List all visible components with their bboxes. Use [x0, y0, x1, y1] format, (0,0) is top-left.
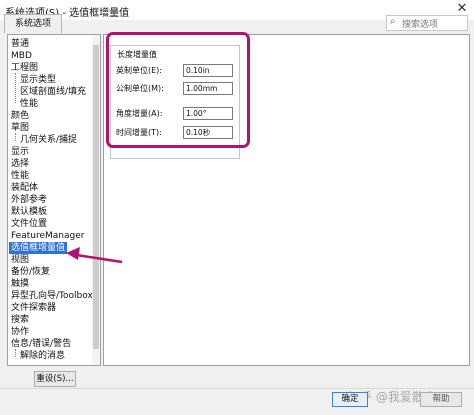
tree-scrollbar[interactable] — [92, 35, 100, 365]
tree-item-selection[interactable]: 选择 — [11, 158, 29, 170]
search-placeholder: 搜索选项 — [402, 20, 439, 30]
tree-item-colors[interactable]: 颜色 — [11, 110, 29, 122]
tree-item-assemblies[interactable]: 装配体 — [11, 182, 38, 194]
search-icon: ⌕ — [390, 16, 396, 27]
tree-item-display-type[interactable]: 显示类型 — [20, 74, 56, 86]
tree-connector — [15, 73, 16, 103]
tree-item-external-references[interactable]: 外部参考 — [11, 194, 47, 206]
tree-item-sketch[interactable]: 草图 — [11, 122, 29, 134]
tree-item-touch[interactable]: 触摸 — [11, 278, 29, 290]
tree-item-backup-recover[interactable]: 备份/恢复 — [11, 266, 50, 278]
tree-item-performance[interactable]: 性能 — [11, 170, 29, 182]
tree-item-spin-box-increments[interactable]: 选值框增量值 — [9, 242, 68, 254]
search-input[interactable]: ⌕ 搜索选项 — [386, 15, 468, 31]
tree-item-collaboration[interactable]: 协作 — [11, 326, 29, 338]
tree-item-mbd[interactable]: MBD — [11, 50, 32, 62]
tree-item-area-hatch[interactable]: 区域剖面线/填充 — [20, 86, 86, 98]
tree-item-display[interactable]: 显示 — [11, 146, 29, 158]
help-button[interactable]: 帮助 — [420, 392, 462, 407]
tree-connector — [15, 349, 16, 357]
options-tree: 普通 MBD 工程图 显示类型 区域剖面线/填充 性能 颜色 草图 几何关系/捕… — [7, 34, 101, 366]
tree-item-messages[interactable]: 信息/错误/警告 — [11, 338, 71, 350]
tree-item-default-templates[interactable]: 默认模板 — [11, 206, 47, 218]
scroll-thumb[interactable] — [93, 45, 99, 349]
tree-item-featuremanager[interactable]: FeatureManager — [11, 230, 84, 242]
system-options-dialog: 系统选项(S) - 选值框增量值 ✕ 系统选项 ⌕ 搜索选项 普通 MBD 工程… — [0, 0, 474, 415]
highlight-annotation — [106, 32, 250, 148]
tree-item-drawing-performance[interactable]: 性能 — [20, 98, 38, 110]
tree-item-search[interactable]: 搜索 — [11, 314, 29, 326]
tree-item-relations-snaps[interactable]: 几何关系/捕捉 — [20, 134, 77, 146]
reset-button[interactable]: 重设(S)... — [34, 371, 76, 387]
tree-item-view[interactable]: 视图 — [11, 254, 29, 266]
ok-button[interactable]: 确定 — [332, 392, 368, 407]
tree-item-general[interactable]: 普通 — [11, 38, 29, 50]
tree-item-file-explorer[interactable]: 文件探索器 — [11, 302, 56, 314]
tree-item-file-locations[interactable]: 文件位置 — [11, 218, 47, 230]
tree-connector — [15, 133, 16, 141]
tab-system-options[interactable]: 系统选项 — [4, 14, 62, 33]
tree-item-hole-wizard-toolbox[interactable]: 异型孔向导/Toolbox — [11, 290, 93, 302]
tree-item-dismissed-messages[interactable]: 解除的消息 — [20, 350, 65, 362]
